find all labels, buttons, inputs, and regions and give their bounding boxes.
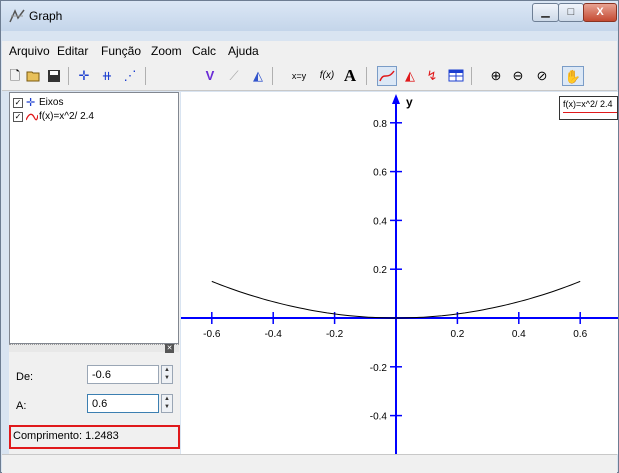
length-label: Comprimento:: [13, 430, 83, 442]
window-title: Graph: [29, 9, 63, 23]
graph-canvas[interactable]: y -0.6 -0.4 -0.2 0.2 0.4 0.6 0.8 0.6 0.4 0.2 -0.2 -…: [181, 92, 618, 454]
app-icon: [9, 9, 25, 23]
legend-line: [563, 112, 617, 113]
menu-editar[interactable]: Editar: [57, 44, 88, 58]
y-tick-label: 0.8: [373, 119, 387, 130]
legend-text: f(x)=x^2/ 2.4: [563, 99, 613, 109]
y-tick-label: -0.2: [370, 363, 388, 374]
xy-icon[interactable]: x=y: [286, 66, 312, 86]
new-file-icon[interactable]: 🗋: [5, 66, 25, 86]
insert-point-series-icon[interactable]: ⋰: [120, 66, 140, 86]
menu-arquivo[interactable]: Arquivo: [9, 44, 50, 58]
function-tree: ✓ ✛ Eixos ✓ f(x)=x^2/ 2.4: [9, 92, 179, 344]
graph-area[interactable]: y -0.6 -0.4 -0.2 0.2 0.4 0.6 0.8 0.6 0.4 0.2 -0.2 -…: [181, 92, 618, 454]
x-tick-label: 0.6: [573, 329, 587, 340]
y-axis-label: y: [406, 95, 413, 109]
panel-splitter[interactable]: [9, 344, 179, 352]
toolbar: 🗋 ✛ ⧺ ⋰ V ⟋ ◭ x=y f(x) A ◭ ↯ ⊕ ⊖ ⊘ ✋: [2, 61, 617, 91]
insert-tangent-icon[interactable]: ⟋: [224, 66, 244, 86]
menu-calc[interactable]: Calc: [192, 44, 216, 58]
app-window: Graph ▁ □ X Arquivo Editar Função Zoom C…: [0, 0, 619, 473]
menu-funcao[interactable]: Função: [101, 44, 141, 58]
save-icon[interactable]: [44, 66, 64, 86]
insert-axes-icon[interactable]: ✛: [74, 66, 94, 86]
y-tick-label: 0.4: [373, 216, 387, 227]
open-folder-icon[interactable]: [24, 66, 44, 86]
function-curve-icon: [26, 113, 38, 121]
toolbar-separator: [366, 67, 367, 85]
to-label: A:: [16, 400, 27, 412]
close-panel-icon[interactable]: ✕: [165, 344, 174, 353]
menu-bar: Arquivo Editar Função Zoom Calc Ajuda: [2, 41, 617, 61]
menu-ajuda[interactable]: Ajuda: [228, 44, 259, 58]
x-tick-label: -0.2: [326, 329, 344, 340]
insert-perpendicular-icon[interactable]: ⧺: [97, 66, 117, 86]
y-tick-label: 0.2: [373, 265, 387, 276]
axes-icon: ✛: [26, 97, 36, 109]
status-bar: [2, 454, 617, 473]
zoom-out-icon[interactable]: ⊖: [508, 66, 528, 86]
legend[interactable]: f(x)=x^2/ 2.4: [559, 96, 618, 120]
minimize-button[interactable]: ▁: [532, 3, 559, 22]
tree-item-label: f(x)=x^2/ 2.4: [39, 111, 94, 122]
to-input[interactable]: [87, 394, 159, 413]
insert-function-icon[interactable]: V: [200, 66, 220, 86]
menu-zoom[interactable]: Zoom: [151, 44, 182, 58]
text-icon[interactable]: A: [340, 66, 360, 86]
length-readout: Comprimento: 1.2483: [13, 430, 119, 442]
x-tick-label: 0.4: [512, 329, 526, 340]
toolbar-separator: [471, 67, 472, 85]
x-tick-label: 0.2: [450, 329, 464, 340]
toolbar-separator: [145, 67, 146, 85]
tree-item-label: Eixos: [39, 97, 64, 108]
to-spin-button[interactable]: ▲ ▼: [161, 394, 173, 413]
from-spin-button[interactable]: ▲ ▼: [161, 365, 173, 384]
hand-icon[interactable]: ✋: [562, 66, 584, 86]
fx-icon[interactable]: f(x): [317, 66, 337, 86]
x-tick-label: -0.6: [203, 329, 221, 340]
table-icon[interactable]: [446, 66, 466, 86]
toolbar-separator: [272, 67, 273, 85]
title-bar[interactable]: Graph ▁ □ X: [1, 1, 618, 31]
x-tick-label: -0.4: [265, 329, 283, 340]
maximize-button[interactable]: □: [558, 3, 584, 22]
function-checkbox[interactable]: ✓: [13, 112, 23, 122]
evaluate-icon[interactable]: ↯: [422, 66, 442, 86]
y-tick-label: -0.4: [370, 412, 388, 423]
close-button[interactable]: X: [583, 3, 617, 22]
zoom-in-icon[interactable]: ⊕: [486, 66, 506, 86]
from-input[interactable]: [87, 365, 159, 384]
zoom-standard-icon[interactable]: ⊘: [532, 66, 552, 86]
y-axis-arrow-icon: [392, 94, 400, 104]
axes-checkbox[interactable]: ✓: [13, 98, 23, 108]
length-value: 1.2483: [85, 430, 119, 442]
trace-icon[interactable]: [377, 66, 397, 86]
insert-shading-icon[interactable]: ◭: [248, 66, 268, 86]
from-label: De:: [16, 371, 34, 383]
area-icon[interactable]: ◭: [400, 66, 420, 86]
toolbar-separator: [68, 67, 69, 85]
y-tick-label: 0.6: [373, 168, 387, 179]
